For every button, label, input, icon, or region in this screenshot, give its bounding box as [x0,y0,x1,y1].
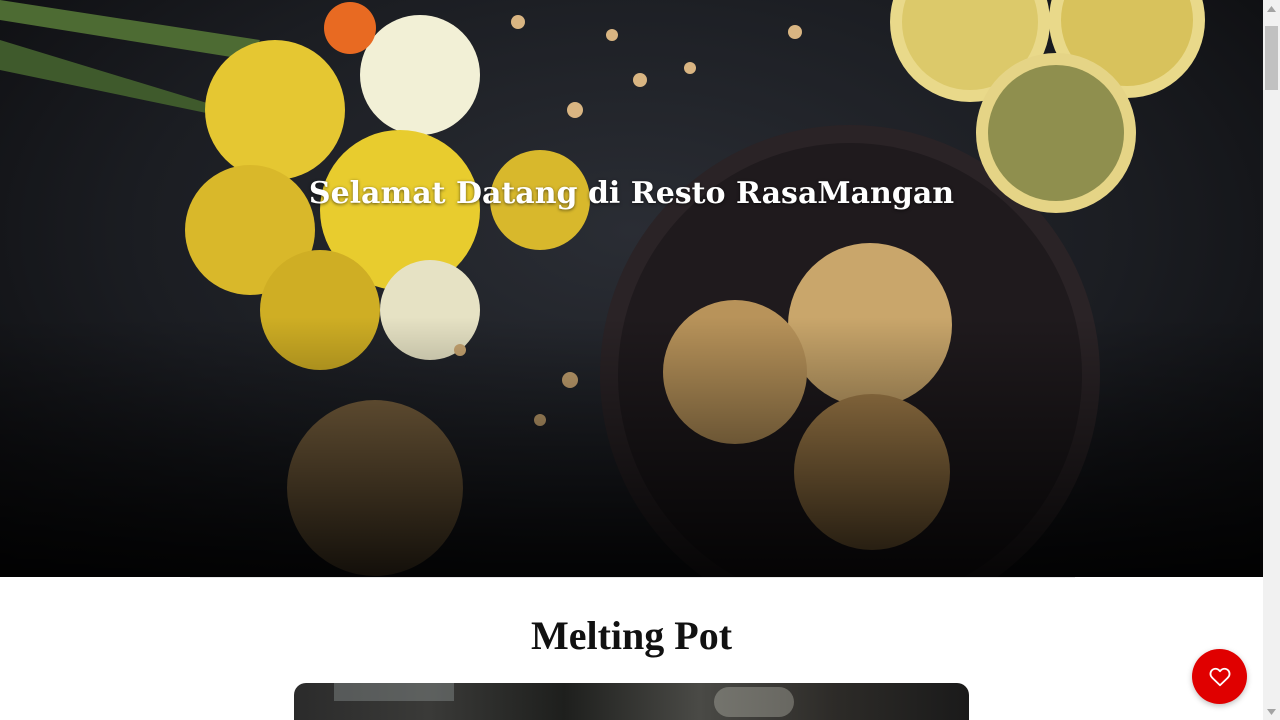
hero: Selamat Datang di Resto RasaMangan [0,0,1263,577]
heart-icon [1209,667,1230,686]
restaurant-image[interactable] [294,683,969,720]
vertical-scrollbar[interactable] [1263,0,1280,720]
arrow-up-icon[interactable] [1263,0,1280,17]
arrow-down-icon[interactable] [1263,703,1280,720]
restaurant-name[interactable]: Melting Pot [0,612,1263,659]
divider [190,577,1075,578]
hero-title: Selamat Datang di Resto RasaMangan [308,176,955,211]
scrollbar-thumb[interactable] [1265,26,1278,90]
image-highlight [714,687,794,717]
hero-overlay [0,317,1263,577]
page: Selamat Datang di Resto RasaMangan Melti… [0,0,1263,720]
image-highlight [334,683,454,701]
favorite-button[interactable] [1192,649,1247,704]
